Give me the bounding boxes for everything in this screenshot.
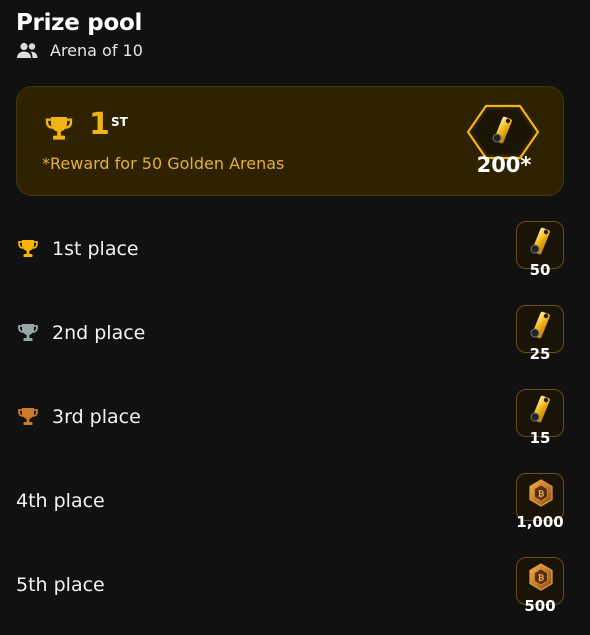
page-title: Prize pool [16, 10, 143, 36]
golden-ticket-icon [526, 226, 556, 256]
arena-size: Arena of 10 [16, 41, 143, 60]
prize-row: 5th place 500 [16, 557, 564, 615]
reward-amount: 25 [529, 345, 551, 363]
place-label: 2nd place [52, 322, 146, 344]
reward-amount: 1,000 [516, 513, 564, 531]
golden-ticket-icon [466, 104, 540, 160]
reward-amount: 50 [529, 261, 551, 279]
golden-ticket-icon [526, 310, 556, 340]
reward-amount: 15 [529, 429, 551, 447]
coin-icon [526, 562, 556, 592]
prize-row: 1st place 50 [16, 221, 564, 279]
top-prize-banner: 1 ST *Reward for 50 Golden Arenas 200* [16, 86, 564, 196]
prize-row: 2nd place 25 [16, 305, 564, 363]
top-rank-number: 1 [89, 107, 110, 142]
top-prize-amount: 200* [476, 153, 532, 177]
top-rank-suffix: ST [111, 115, 128, 129]
gold-trophy-icon [16, 237, 40, 261]
place-label: 3rd place [52, 406, 141, 428]
coin-icon [526, 478, 556, 508]
users-icon [17, 42, 38, 58]
bronze-trophy-icon [16, 405, 40, 429]
place-label: 1st place [52, 238, 139, 260]
place-label: 4th place [16, 490, 105, 512]
reward-amount: 500 [524, 597, 556, 615]
trophy-icon [41, 113, 77, 145]
silver-trophy-icon [16, 321, 40, 345]
arena-size-label: Arena of 10 [50, 41, 143, 60]
reward-note: *Reward for 50 Golden Arenas [42, 154, 285, 173]
prize-row: 3rd place 15 [16, 389, 564, 447]
place-label: 5th place [16, 574, 105, 596]
golden-ticket-icon [526, 394, 556, 424]
prize-row: 4th place 1,000 [16, 473, 564, 531]
prize-pool-panel: Prize pool Arena of 10 1 ST *Reward for … [0, 0, 590, 635]
